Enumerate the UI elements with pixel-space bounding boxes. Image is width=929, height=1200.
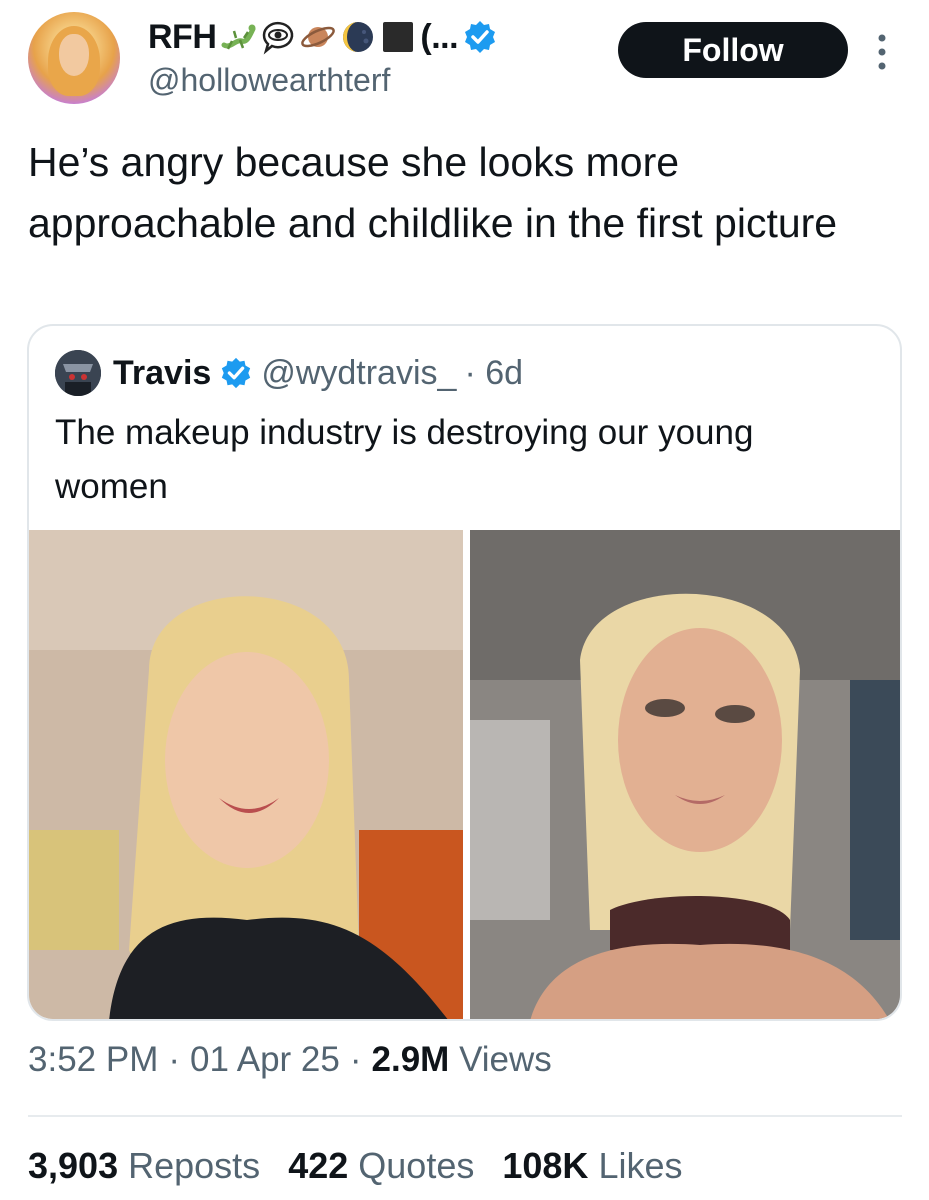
quotes-stat[interactable]: 422 Quotes [288,1145,474,1187]
quoted-photo-right[interactable] [470,530,900,1019]
lizard-icon [221,24,256,50]
crescent-moon-icon [343,22,374,52]
black-square-icon [383,22,414,52]
quoted-age: · 6d [464,353,524,392]
views-count-group: 2.9M Views [372,1040,552,1080]
tweet-meta: 3:52 PM · 01 Apr 25 · 2.9M Views [28,1040,552,1080]
quotes-count: 422 [288,1145,349,1186]
masked-face-icon [55,350,101,396]
quoted-tweet-card[interactable]: Travis @wydtravis_ · 6d The makeup indus… [27,324,902,1021]
divider [28,1115,902,1117]
reposts-label: Reposts [128,1145,261,1186]
quotes-label: Quotes [358,1145,475,1186]
quoted-author-name[interactable]: Travis [113,354,211,393]
likes-label: Likes [598,1145,683,1186]
author-handle[interactable]: @hollowearthterf [148,62,390,99]
verified-badge-icon [465,21,496,53]
follow-button[interactable]: Follow [618,22,848,78]
quoted-tweet-text: The makeup industry is destroying our yo… [55,413,754,506]
avatar-face [59,34,89,76]
engagement-stats: 3,903 Reposts 422 Quotes 108K Likes [28,1145,682,1187]
views-label: Views [459,1040,552,1079]
author-name-row[interactable]: RFH (... [148,14,498,60]
eye-speech-bubble-icon [263,21,294,55]
author-name[interactable]: RFH [148,18,217,57]
likes-stat[interactable]: 108K Likes [502,1145,682,1187]
reposts-stat[interactable]: 3,903 Reposts [28,1145,260,1187]
author-avatar[interactable] [28,12,120,104]
tweet-date[interactable]: 01 Apr 25 [190,1040,340,1080]
photo-no-makeup [29,530,463,1019]
tweet-text: He’s angry because she looks more approa… [28,139,838,246]
meta-separator: · [349,1040,362,1079]
views-count: 2.9M [371,1040,450,1079]
tweet-time[interactable]: 3:52 PM [28,1040,158,1080]
photo-with-makeup [470,530,900,1019]
quoted-author-handle[interactable]: @wydtravis_ [261,354,456,393]
ringed-planet-icon [301,26,336,48]
quoted-photo-left[interactable] [29,530,463,1019]
verified-badge-icon [222,357,251,389]
quoted-author-avatar[interactable] [55,350,101,396]
more-options-icon[interactable] [872,30,892,74]
author-name-suffix: (... [420,17,459,56]
quoted-header: Travis @wydtravis_ · 6d [113,350,523,396]
meta-separator: · [168,1040,181,1079]
reposts-count: 3,903 [28,1145,119,1186]
likes-count: 108K [502,1145,589,1186]
